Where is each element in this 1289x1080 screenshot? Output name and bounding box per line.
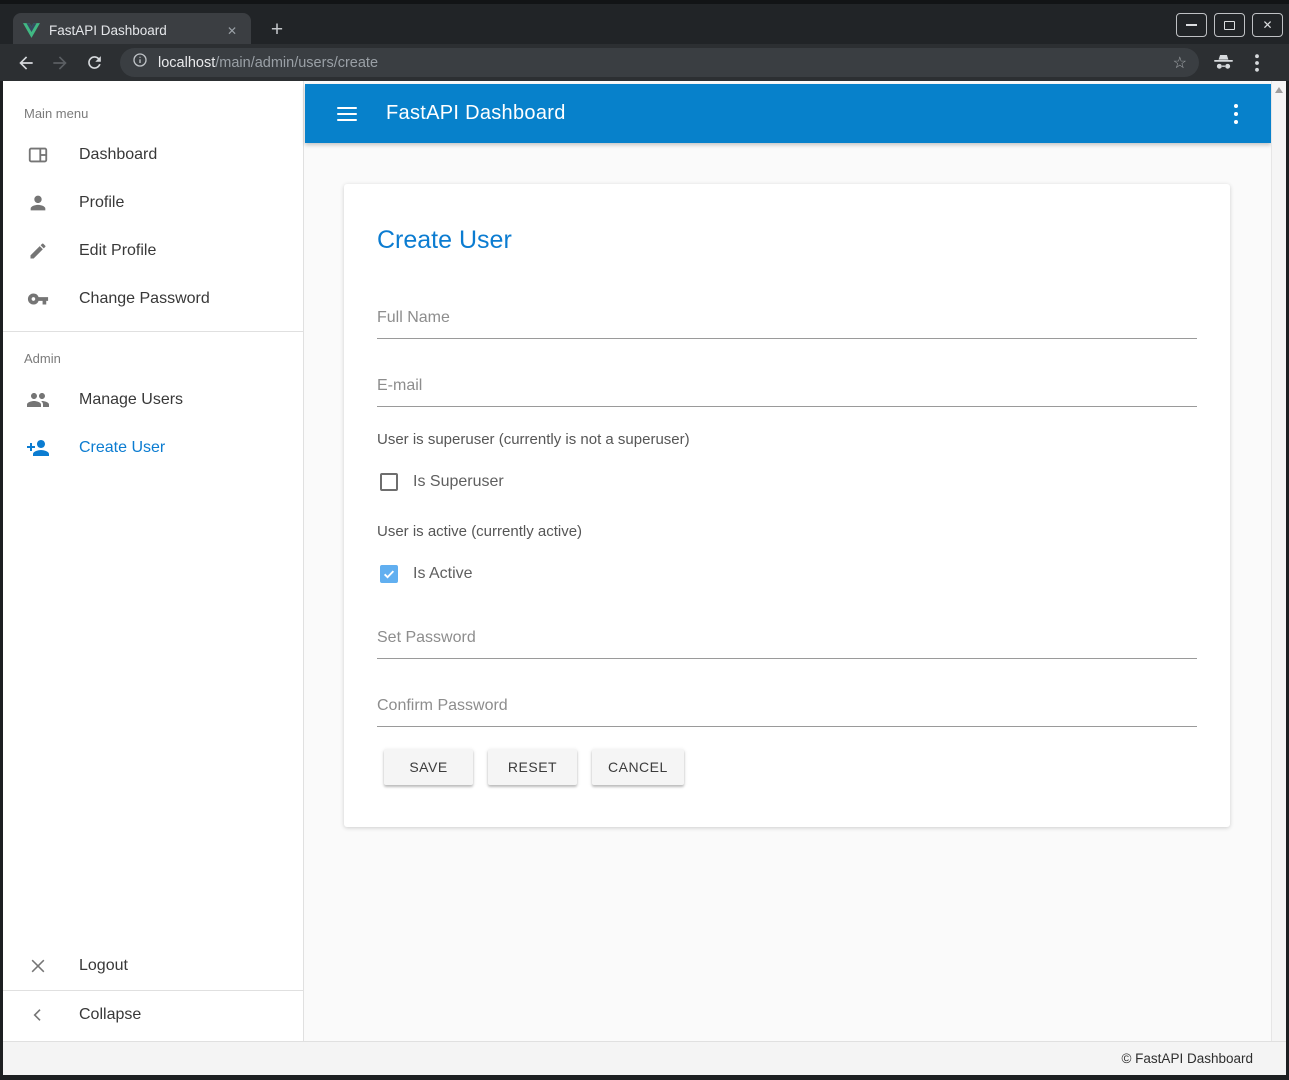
is-active-checkbox[interactable]: Is Active bbox=[380, 562, 473, 586]
people-icon bbox=[26, 388, 50, 412]
page-title: Create User bbox=[377, 226, 512, 255]
sidebar: Main menu Dashboard Profile Edit Profile bbox=[3, 81, 304, 1041]
minimize-icon bbox=[1186, 24, 1197, 26]
sidebar-item-label: Dashboard bbox=[79, 146, 157, 164]
logout-x-icon bbox=[26, 954, 50, 978]
person-icon bbox=[26, 191, 50, 215]
page-info-icon[interactable] bbox=[132, 52, 148, 73]
page-scrollbar[interactable] bbox=[1271, 81, 1286, 1075]
maximize-icon bbox=[1224, 21, 1235, 30]
cancel-button[interactable]: CANCEL bbox=[592, 749, 684, 785]
window-close-button[interactable]: ✕ bbox=[1252, 13, 1283, 37]
sidebar-item-logout[interactable]: Logout bbox=[3, 942, 303, 990]
appbar-title: FastAPI Dashboard bbox=[386, 102, 1229, 125]
scroll-up-arrow-icon[interactable] bbox=[1275, 87, 1283, 93]
new-tab-button[interactable]: + bbox=[262, 15, 292, 45]
sidebar-item-label: Collapse bbox=[79, 1006, 141, 1024]
sidebar-item-collapse[interactable]: Collapse bbox=[3, 991, 303, 1039]
bookmark-star-icon[interactable]: ☆ bbox=[1173, 53, 1187, 73]
sidebar-item-label: Edit Profile bbox=[79, 242, 156, 260]
person-add-icon bbox=[26, 436, 50, 460]
browser-window: FastAPI Dashboard ✕ + ✕ localhost/main/a… bbox=[0, 0, 1289, 1080]
is-superuser-checkbox[interactable]: Is Superuser bbox=[380, 470, 504, 494]
pencil-icon bbox=[26, 239, 50, 263]
window-minimize-button[interactable] bbox=[1176, 13, 1207, 37]
sidebar-item-change-password[interactable]: Change Password bbox=[3, 275, 303, 323]
confirm-password-input[interactable] bbox=[377, 696, 1197, 727]
sidebar-item-manage-users[interactable]: Manage Users bbox=[3, 376, 303, 424]
sidebar-item-create-user[interactable]: Create User bbox=[3, 424, 303, 472]
tab-close-icon[interactable]: ✕ bbox=[223, 22, 241, 40]
app-footer: © FastAPI Dashboard bbox=[3, 1041, 1286, 1075]
checkbox-label: Is Active bbox=[413, 565, 473, 583]
sidebar-bottom: Logout Collapse bbox=[3, 942, 303, 1039]
url-path: /main/admin/users/create bbox=[215, 55, 378, 71]
sidebar-item-label: Create User bbox=[79, 439, 165, 457]
sidebar-item-profile[interactable]: Profile bbox=[3, 179, 303, 227]
forward-button-icon[interactable] bbox=[46, 49, 74, 77]
sidebar-item-dashboard[interactable]: Dashboard bbox=[3, 131, 303, 179]
superuser-hint: User is superuser (currently is not a su… bbox=[377, 430, 690, 450]
reset-button[interactable]: RESET bbox=[488, 749, 577, 785]
dashboard-icon bbox=[26, 143, 50, 167]
save-button[interactable]: SAVE bbox=[384, 749, 473, 785]
checkbox-icon[interactable] bbox=[380, 565, 398, 583]
create-user-card: Create User User is superuser (currently… bbox=[344, 184, 1230, 827]
app-viewport: Main menu Dashboard Profile Edit Profile bbox=[3, 81, 1286, 1075]
sidebar-divider bbox=[3, 331, 303, 332]
full-name-field bbox=[377, 308, 1197, 339]
form-actions: SAVE RESET CANCEL bbox=[384, 749, 684, 785]
sidebar-item-edit-profile[interactable]: Edit Profile bbox=[3, 227, 303, 275]
email-input[interactable] bbox=[377, 376, 1197, 407]
appbar-menu-kebab-icon[interactable] bbox=[1229, 104, 1243, 124]
window-controls: ✕ bbox=[1176, 13, 1283, 37]
set-password-input[interactable] bbox=[377, 628, 1197, 659]
sidebar-item-label: Manage Users bbox=[79, 391, 183, 409]
active-hint: User is active (currently active) bbox=[377, 522, 582, 542]
tab-title: FastAPI Dashboard bbox=[49, 23, 223, 38]
full-name-input[interactable] bbox=[377, 308, 1197, 339]
window-maximize-button[interactable] bbox=[1214, 13, 1245, 37]
browser-tab[interactable]: FastAPI Dashboard ✕ bbox=[13, 13, 251, 48]
key-icon bbox=[26, 287, 50, 311]
browser-menu-kebab-icon[interactable] bbox=[1243, 49, 1271, 77]
reload-button-icon[interactable] bbox=[80, 49, 108, 77]
sidebar-item-label: Profile bbox=[79, 194, 124, 212]
checkbox-icon[interactable] bbox=[380, 473, 398, 491]
main-content: FastAPI Dashboard Create User User is su… bbox=[305, 81, 1271, 1041]
chevron-left-icon bbox=[26, 1003, 50, 1027]
checkbox-label: Is Superuser bbox=[413, 473, 504, 491]
set-password-field bbox=[377, 628, 1197, 659]
vue-logo-favicon-icon bbox=[23, 23, 40, 38]
sidebar-caption-admin: Admin bbox=[3, 340, 303, 376]
back-button-icon[interactable] bbox=[12, 49, 40, 77]
browser-toolbar: localhost/main/admin/users/create ☆ bbox=[0, 44, 1289, 81]
sidebar-caption-main-menu: Main menu bbox=[3, 95, 303, 131]
sidebar-item-label: Change Password bbox=[79, 290, 210, 308]
address-bar[interactable]: localhost/main/admin/users/create ☆ bbox=[120, 48, 1199, 77]
url-host: localhost bbox=[158, 55, 215, 71]
copyright-text: © FastAPI Dashboard bbox=[1121, 1051, 1253, 1066]
confirm-password-field bbox=[377, 696, 1197, 727]
sidebar-item-label: Logout bbox=[79, 957, 128, 975]
app-bar: FastAPI Dashboard bbox=[305, 84, 1271, 143]
incognito-icon bbox=[1209, 49, 1237, 77]
browser-titlebar: FastAPI Dashboard ✕ + ✕ bbox=[0, 0, 1289, 44]
email-field bbox=[377, 376, 1197, 407]
close-icon: ✕ bbox=[1262, 19, 1272, 31]
hamburger-menu-icon[interactable] bbox=[337, 107, 357, 121]
